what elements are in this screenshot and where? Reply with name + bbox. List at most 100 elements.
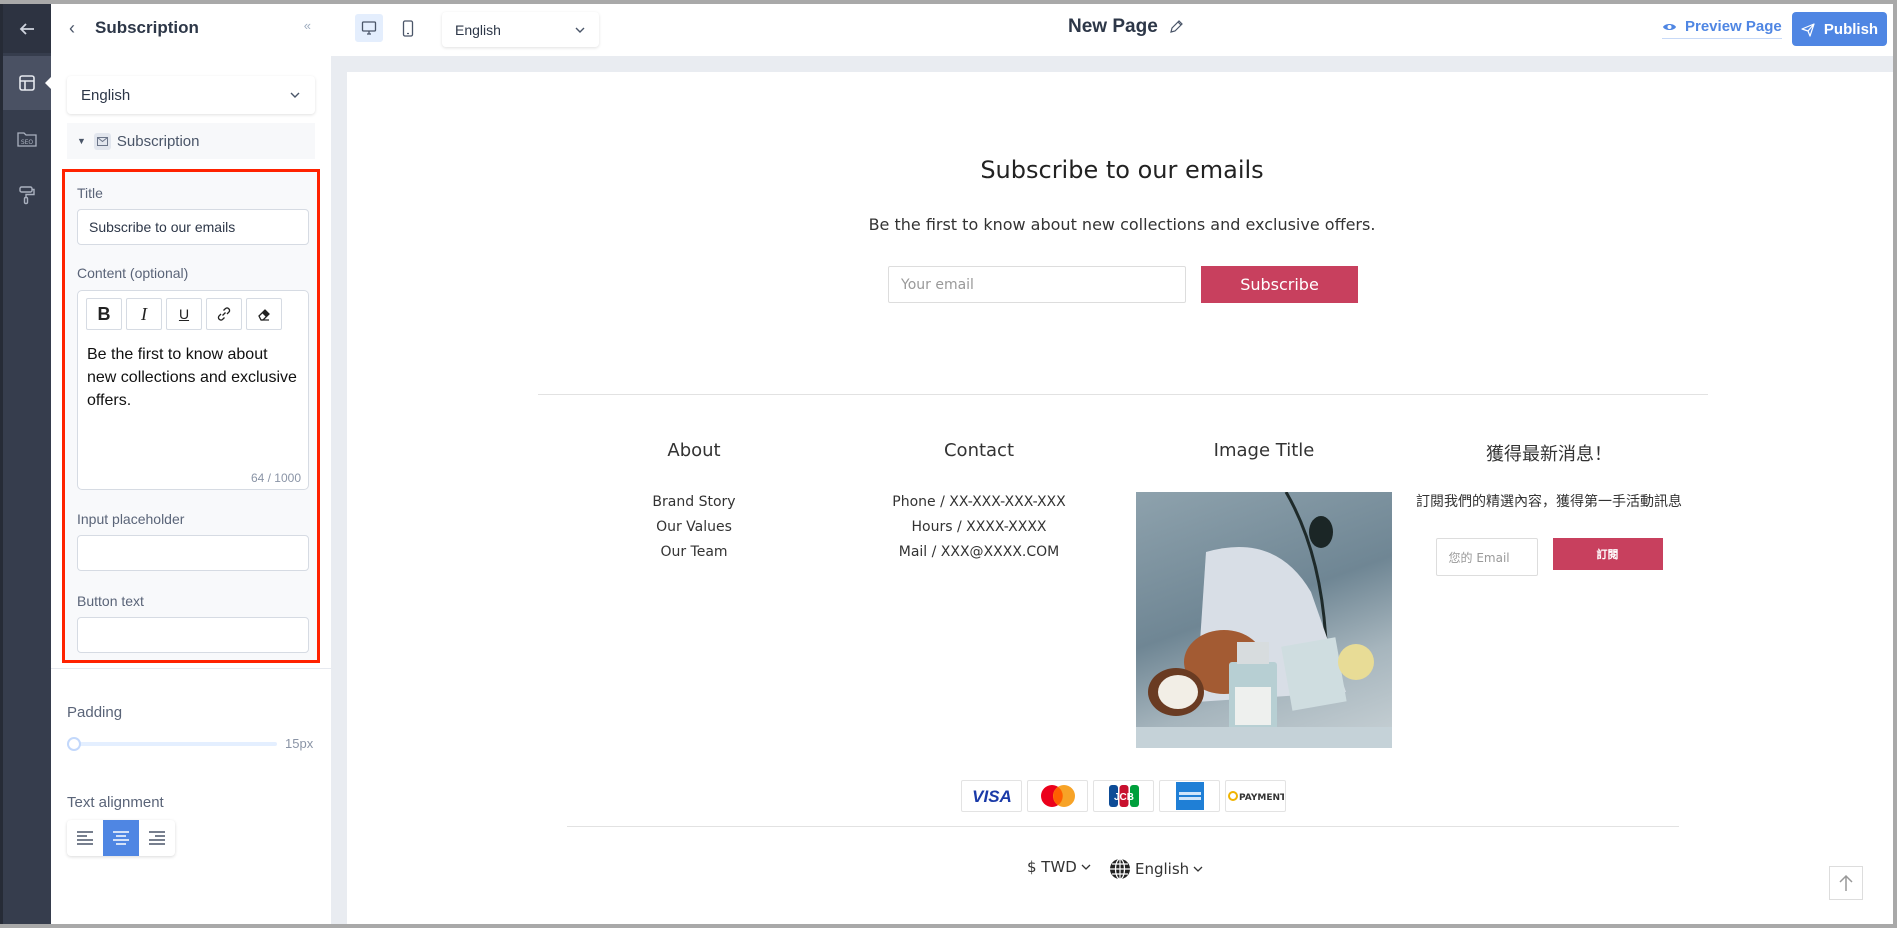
settings-panel: ‹ Subscription « English ▼ Subscription … [51,4,331,924]
footer-divider [567,826,1679,827]
editor-content[interactable]: Be the first to know about new collectio… [87,343,297,412]
newsletter-email-input[interactable]: 您的 Email [1435,538,1538,576]
seo-folder-icon: SEO [17,132,37,147]
panel-language-select[interactable]: English [67,76,315,114]
publish-button[interactable]: Publish [1792,12,1887,46]
rail-item-theme[interactable] [3,168,51,222]
panel-header: ‹ Subscription « [51,4,331,52]
back-to-top-button[interactable] [1829,866,1863,900]
payment-methods: VISA JCB PAYMENTS [961,780,1286,812]
mobile-icon [402,19,414,37]
editor-toolbar: B I U [86,298,282,330]
page-title: New Page [1068,16,1158,37]
button-text-input[interactable] [77,617,309,653]
jcb-icon: JCB [1093,780,1154,812]
app-window: SEO ‹ Subscription « English ▼ Subscript… [0,4,1893,924]
subscription-email-input[interactable]: Your email [888,266,1186,303]
pencil-icon[interactable] [1168,19,1184,35]
eraser-icon [258,309,270,321]
about-heading: About [667,440,721,461]
char-counter: 64 / 1000 [250,471,301,485]
chevron-down-icon [575,27,585,33]
bold-button[interactable]: B [86,298,122,330]
footer-link[interactable]: Our Values [554,515,834,540]
padding-value: 15px [285,736,314,751]
svg-text:JCB: JCB [1113,792,1133,803]
svg-text:PAYMENTS: PAYMENTS [1239,793,1284,803]
icon-rail: SEO [0,4,54,924]
section-tree-node[interactable]: ▼ Subscription [67,123,315,159]
chevron-down-icon [1193,866,1203,872]
align-left-icon [77,831,93,845]
mobile-view-button[interactable] [394,14,422,42]
link-button[interactable] [206,298,242,330]
currency-select[interactable]: $ TWD [1027,858,1091,876]
panel-language-value: English [81,86,131,104]
slider-knob[interactable] [67,737,81,751]
publish-label: Publish [1823,20,1879,38]
padding-slider[interactable] [67,737,277,751]
preview-page-link[interactable]: Preview Page [1662,18,1782,39]
page-canvas: Subscribe to our emails Be the first to … [347,72,1893,924]
tree-node-label: Subscription [116,132,200,150]
product-image [1136,492,1392,748]
mail-icon [93,132,111,150]
subscription-title: Subscribe to our emails [980,156,1264,184]
page-language-select[interactable]: English [442,12,599,47]
newsletter-text: 訂閱我們的精選內容，獲得第一手活動訊息 [1416,494,1682,510]
collapse-panel-icon[interactable]: « [304,18,311,33]
chevron-down-icon [1081,864,1091,870]
align-center-button[interactable] [103,820,139,856]
paint-roller-icon [19,186,35,205]
desktop-icon [361,21,377,35]
currency-value: $ TWD [1027,858,1077,876]
button-text-label: Button text [77,593,144,609]
amex-icon [1159,780,1220,812]
align-left-button[interactable] [67,820,103,856]
footer-link[interactable]: Our Team [554,540,834,565]
desktop-view-button[interactable] [355,14,383,42]
align-right-button[interactable] [139,820,175,856]
subscribe-button[interactable]: Subscribe [1201,266,1358,303]
footer-language-select[interactable]: English [1109,858,1203,880]
rail-item-layout[interactable] [3,56,51,110]
preview-label: Preview Page [1685,18,1782,35]
footer-link[interactable]: Brand Story [554,490,834,515]
alignment-label: Text alignment [67,794,164,811]
footer-about-column: About Brand Story Our Values Our Team [554,440,834,565]
chevron-down-icon [290,92,300,98]
chevron-left-icon[interactable]: ‹ [69,18,95,39]
svg-text:VISA: VISA [972,787,1012,805]
footer-newsletter-column: 獲得最新消息！ 訂閱我們的精選內容，獲得第一手活動訊息 您的 Email 訂閱 [1409,440,1689,576]
contact-line: Phone / XX-XXX-XXX-XXX [892,494,1066,510]
visa-icon: VISA [961,780,1022,812]
title-input[interactable]: Subscribe to our emails [77,209,309,245]
caret-down-icon[interactable]: ▼ [77,136,86,146]
contact-line: Hours / XXXX-XXXX [911,519,1047,535]
clear-format-button[interactable] [246,298,282,330]
rail-item-seo[interactable]: SEO [3,112,51,166]
mastercard-icon [1027,780,1088,812]
content-editor[interactable]: B I U Be the first to know about new col… [77,290,309,490]
padding-label: Padding [67,704,123,721]
align-right-icon [149,831,165,845]
back-button[interactable] [3,4,51,53]
footer-contact-column: Contact Phone / XX-XXX-XXX-XXX Hours / X… [839,440,1119,565]
content-label: Content (optional) [77,265,189,281]
footer-image-column: Image Title [1124,440,1404,748]
arrow-left-icon [19,22,34,35]
contact-heading: Contact [943,440,1015,461]
bold-icon: B [97,303,111,324]
globe-icon [1110,858,1130,880]
editor-topbar: English New Page Preview Page Publish [331,4,1893,56]
newsletter-form: 您的 Email 訂閱 [1409,538,1689,576]
italic-icon: I [141,303,147,324]
align-center-icon [113,831,129,845]
newsletter-subscribe-button[interactable]: 訂閱 [1552,538,1663,570]
title-label: Title [77,185,103,201]
placeholder-input[interactable] [77,535,309,571]
underline-button[interactable]: U [166,298,202,330]
italic-button[interactable]: I [126,298,162,330]
page-language-value: English [455,21,501,38]
subscription-description: Be the first to know about new collectio… [868,215,1376,234]
